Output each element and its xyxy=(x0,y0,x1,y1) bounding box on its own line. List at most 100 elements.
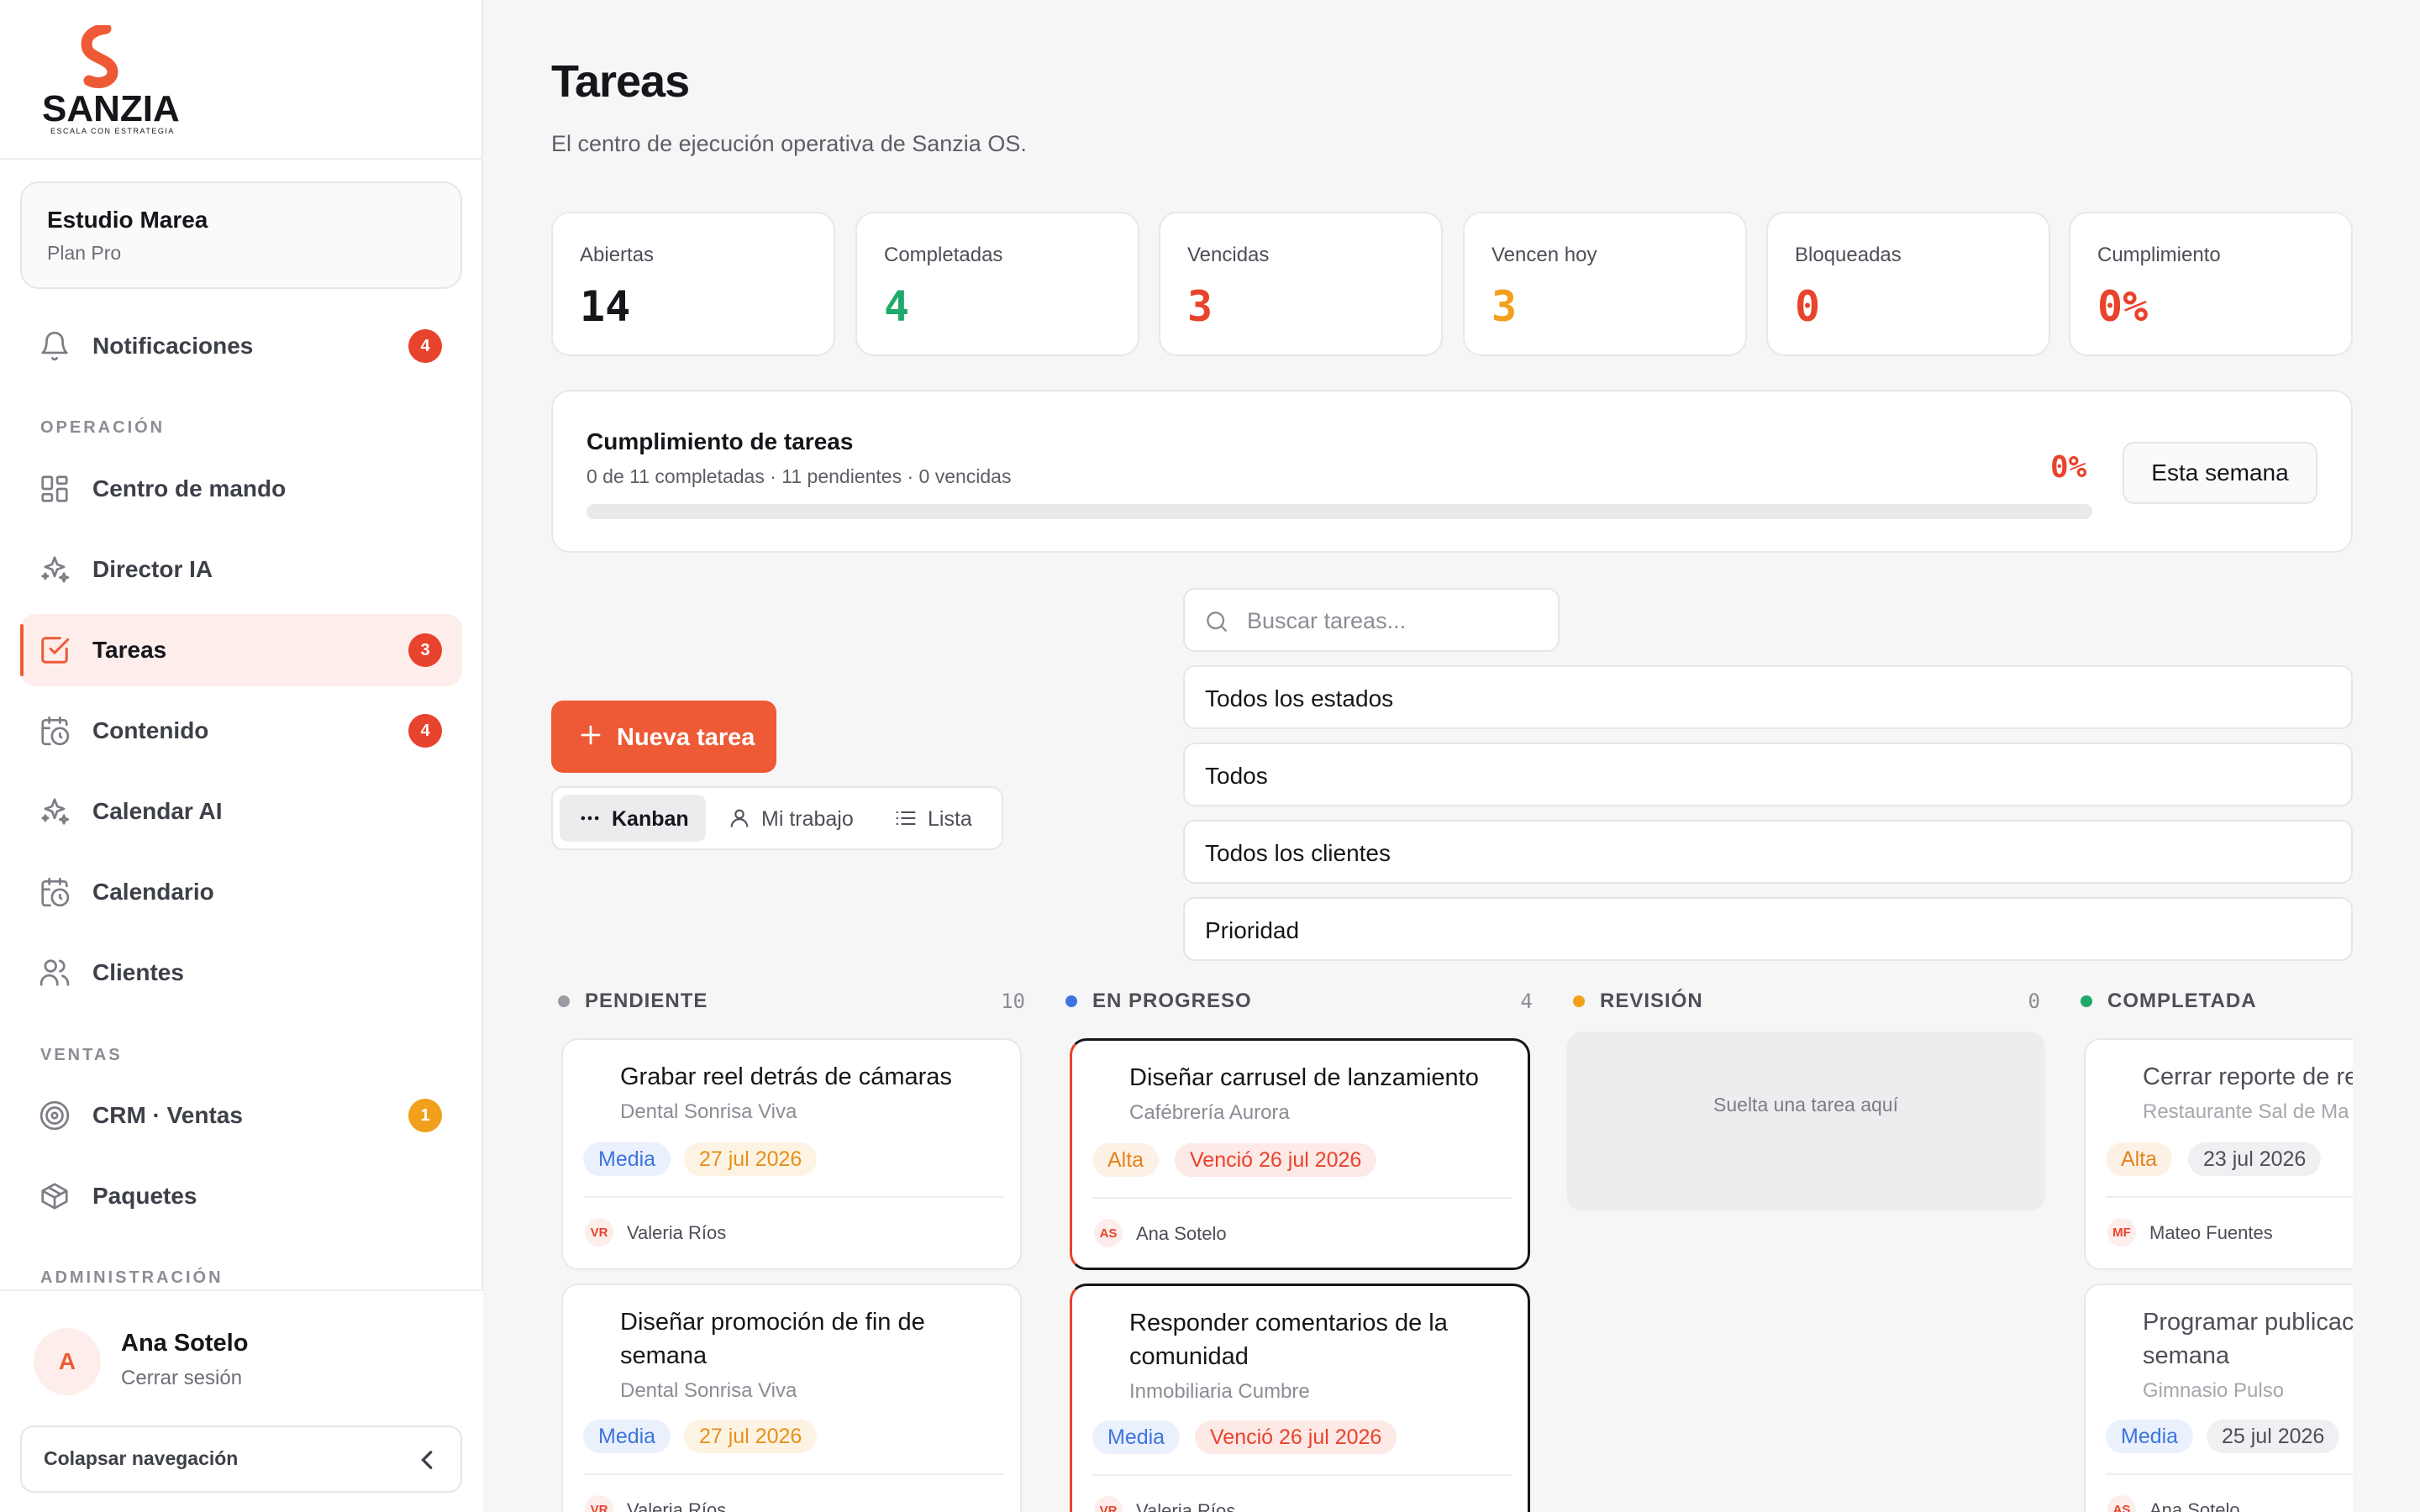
brand-logo[interactable]: SANZIA ESCALA CON ESTRATEGIA xyxy=(40,23,192,139)
priority-filter-select[interactable]: Prioridad xyxy=(1183,897,2353,961)
grid-icon xyxy=(41,475,68,502)
client-filter-select[interactable]: Todos los clientes xyxy=(1183,820,2353,884)
completion-percent: 0% xyxy=(2050,450,2087,485)
status-filter-value: Todos los estados xyxy=(1205,685,1394,711)
task-title: Diseñar promoción de fin de semana xyxy=(620,1309,925,1369)
due-date-tag: 27 jul 2026 xyxy=(684,1420,818,1453)
completion-title: Cumplimiento de tareas xyxy=(587,428,854,454)
new-task-button[interactable]: Nueva tarea xyxy=(551,701,776,773)
sidebar-item-centro-de-mando[interactable]: Centro de mando xyxy=(20,453,462,525)
view-tab-mi-trabajo[interactable]: Mi trabajo xyxy=(709,795,871,842)
task-client: Restaurante Sal de Ma xyxy=(2143,1100,2349,1123)
stat-label: Abiertas xyxy=(580,244,655,266)
task-title: Programar publicac semana xyxy=(2143,1309,2353,1369)
sidebar-item-label: Clientes xyxy=(92,959,184,985)
task-client: Dental Sonrisa Viva xyxy=(620,1100,797,1123)
divider xyxy=(583,1473,1003,1475)
task-card-overdue[interactable]: Responder comentarios de la comunidad In… xyxy=(1070,1284,1530,1512)
divider xyxy=(0,158,483,160)
divider xyxy=(1092,1197,1512,1199)
column-header-pendiente: PENDIENTE 10 xyxy=(558,988,1025,1013)
package-icon xyxy=(41,1183,68,1210)
stat-card-abiertas: Abiertas 14 xyxy=(551,212,835,356)
workspace-switcher[interactable]: Estudio Marea Plan Pro xyxy=(20,181,462,289)
avatar[interactable]: A xyxy=(34,1328,101,1395)
task-card[interactable]: Grabar reel detrás de cámaras Dental Son… xyxy=(561,1038,1022,1270)
sidebar-item-calendario[interactable]: Calendario xyxy=(20,856,462,928)
task-card[interactable]: Cerrar reporte de re Restaurante Sal de … xyxy=(2084,1038,2353,1270)
sparkles-icon xyxy=(41,556,70,583)
sidebar-item-label: Calendario xyxy=(92,879,214,905)
section-label-operacion: OPERACIÓN xyxy=(40,418,166,437)
view-tab-kanban[interactable]: Kanban xyxy=(560,795,706,842)
stat-card-cumplimiento: Cumplimiento 0% xyxy=(2069,212,2353,356)
sidebar-item-crm-ventas[interactable]: CRM · Ventas 1 xyxy=(20,1079,462,1152)
assignee-avatar: VR xyxy=(585,1495,613,1512)
sidebar-item-label: Paquetes xyxy=(92,1183,197,1209)
bell-icon xyxy=(41,331,68,361)
sidebar: SANZIA ESCALA CON ESTRATEGIA Estudio Mar… xyxy=(0,0,483,1512)
client-filter-value: Todos los clientes xyxy=(1205,840,1392,866)
sidebar-item-label: CRM · Ventas xyxy=(92,1102,243,1128)
user-panel: A Ana Sotelo Cerrar sesión Colapsar nave… xyxy=(0,1289,483,1512)
view-tab-label: Mi trabajo xyxy=(761,807,854,831)
divider xyxy=(1092,1474,1512,1476)
due-date-tag: 27 jul 2026 xyxy=(684,1142,818,1176)
completion-summary: 0 de 11 completadas · 11 pendientes · 0 … xyxy=(587,465,1012,487)
sidebar-item-notificaciones[interactable]: Notificaciones 4 xyxy=(20,310,462,382)
search-input[interactable]: Buscar tareas... xyxy=(1183,588,1560,652)
task-title: Grabar reel detrás de cámaras xyxy=(620,1063,952,1090)
priority-filter-value: Prioridad xyxy=(1205,917,1300,943)
sidebar-item-contenido[interactable]: Contenido 4 xyxy=(20,695,462,767)
stat-value: 4 xyxy=(884,282,910,331)
view-toggle: Kanban Mi trabajo Lista xyxy=(551,786,1003,850)
sidebar-item-director-ia[interactable]: Director IA xyxy=(20,533,462,606)
column-header-completada: COMPLETADA xyxy=(2081,988,2353,1013)
section-label-ventas: VENTAS xyxy=(40,1046,123,1064)
status-dot xyxy=(1573,995,1585,1007)
stat-value: 0% xyxy=(2097,282,2149,331)
assignee-name: Ana Sotelo xyxy=(1136,1223,1227,1244)
task-card[interactable]: Diseñar promoción de fin de semana Denta… xyxy=(561,1284,1022,1512)
sidebar-item-tareas[interactable]: Tareas 3 xyxy=(20,614,462,686)
workspace-plan: Plan Pro xyxy=(47,242,122,264)
column-header-en-progreso: EN PROGRESO 4 xyxy=(1065,988,1533,1013)
period-select[interactable]: Esta semana xyxy=(2123,442,2317,504)
drop-zone-revision[interactable]: Suelta una tarea aquí xyxy=(1566,1032,2045,1211)
view-tab-lista[interactable]: Lista xyxy=(876,795,997,842)
due-date-tag: 25 jul 2026 xyxy=(2207,1420,2340,1453)
assignee-name: Ana Sotelo xyxy=(2149,1499,2240,1512)
sidebar-item-label: Centro de mando xyxy=(92,475,287,501)
stat-value: 0 xyxy=(1795,282,1821,331)
assignee-name: Valeria Ríos xyxy=(627,1499,727,1512)
section-label-administracion: ADMINISTRACIÓN xyxy=(40,1268,224,1287)
stat-label: Completadas xyxy=(884,244,1003,266)
assignee-filter-select[interactable]: Todos xyxy=(1183,743,2353,806)
user-name: Ana Sotelo xyxy=(121,1330,249,1357)
column-count: 10 xyxy=(1001,990,1025,1013)
sidebar-item-calendar-ai[interactable]: Calendar AI xyxy=(20,775,462,848)
status-filter-select[interactable]: Todos los estados xyxy=(1183,665,2353,729)
task-card[interactable]: Programar publicac semana Gimnasio Pulso… xyxy=(2084,1284,2353,1512)
column-title: PENDIENTE xyxy=(585,990,708,1012)
collapse-nav-button[interactable]: Colapsar navegación xyxy=(20,1425,462,1493)
sidebar-item-clientes[interactable]: Clientes xyxy=(20,937,462,1009)
page-title: Tareas xyxy=(551,56,690,107)
logout-link[interactable]: Cerrar sesión xyxy=(121,1367,242,1390)
collapse-nav-label: Colapsar navegación xyxy=(44,1447,239,1469)
priority-tag: Alta xyxy=(1092,1143,1160,1177)
dots-icon xyxy=(581,816,599,821)
sidebar-item-label: Director IA xyxy=(92,556,213,582)
stat-label: Cumplimiento xyxy=(2097,244,2221,266)
content-badge: 4 xyxy=(408,714,442,748)
column-title: COMPLETADA xyxy=(2107,990,2257,1012)
sidebar-item-paquetes[interactable]: Paquetes xyxy=(20,1160,462,1232)
assignee-avatar: VR xyxy=(1094,1496,1123,1512)
column-header-revision: REVISIÓN 0 xyxy=(1573,988,2040,1013)
priority-tag: Media xyxy=(583,1420,671,1453)
sidebar-item-label: Notificaciones xyxy=(92,333,254,359)
task-card-overdue[interactable]: Diseñar carrusel de lanzamiento Cafébrer… xyxy=(1070,1038,1530,1270)
priority-tag: Alta xyxy=(2106,1142,2173,1176)
overdue-date-tag: Venció 26 jul 2026 xyxy=(1195,1420,1397,1454)
task-title: Diseñar carrusel de lanzamiento xyxy=(1129,1064,1479,1091)
